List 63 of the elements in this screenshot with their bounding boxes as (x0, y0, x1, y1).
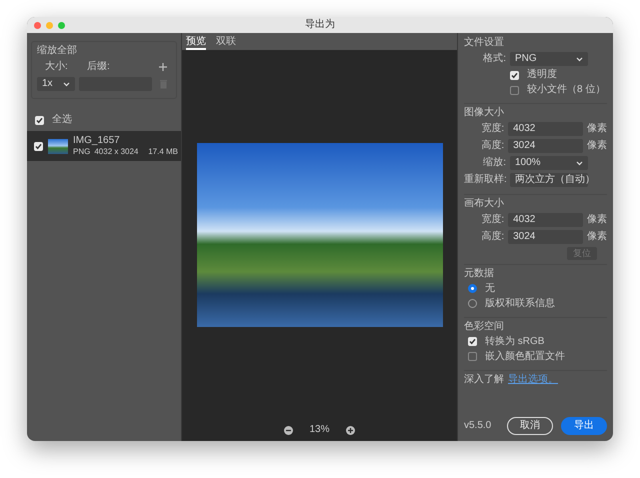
section-title: 图像大小 (464, 107, 505, 119)
file-size: 17.4 MB (148, 147, 178, 157)
window-title: 导出为 (305, 19, 335, 30)
unit-label: 像素 (587, 123, 607, 135)
file-dimensions: 4032 x 3024 (94, 147, 138, 157)
checkbox-label: 转换为 sRGB (485, 336, 544, 348)
tab[interactable]: 预览 (186, 36, 206, 50)
zoom-out-icon[interactable] (284, 426, 294, 434)
unit-label: 像素 (587, 140, 607, 152)
help-text: 深入了解 (464, 374, 504, 386)
checkbox[interactable] (510, 86, 519, 94)
export-button[interactable]: 导出 (561, 417, 607, 435)
checkbox-label: 透明度 (527, 69, 557, 81)
tab[interactable]: 双联 (216, 36, 236, 50)
chevron-icon (63, 82, 70, 86)
checkbox[interactable] (34, 142, 43, 150)
file-item[interactable]: IMG_1657 PNG 4032 x 3024 17.4 MB (27, 131, 181, 161)
section-title: 缩放全部 (37, 45, 78, 57)
file-format: PNG (73, 147, 90, 157)
field-label: 后缀: (86, 61, 111, 73)
size-dropdown[interactable]: 1x (37, 77, 75, 91)
unit-label: 像素 (587, 231, 607, 243)
field-label: 宽度: (480, 214, 504, 226)
zoom-in-icon[interactable] (346, 426, 354, 434)
version-label: v5.5.0 (464, 420, 492, 432)
input-field[interactable]: 3024 (508, 139, 583, 153)
file-name: IMG_1657 (73, 135, 121, 148)
chevron-icon (576, 160, 583, 166)
section-title: 色彩空间 (464, 320, 505, 333)
checkbox-label: 全选 (52, 114, 72, 126)
add-icon[interactable] (159, 63, 167, 71)
radio-label: 版权和联系信息 (485, 298, 555, 310)
checkbox-label: 嵌入颜色配置文件 (485, 350, 565, 363)
field-label: 格式: (482, 53, 506, 65)
input-field[interactable]: 3024 (508, 230, 583, 244)
field-label: 宽度: (480, 123, 504, 135)
section-title: 文件设置 (464, 37, 505, 49)
dropdown[interactable]: 100% (510, 156, 588, 170)
section-title: 画布大小 (464, 198, 505, 210)
field-label: 重新取样: (464, 174, 506, 186)
field-label: 高度: (480, 140, 504, 152)
checkbox[interactable] (35, 116, 44, 124)
radio-label: 无 (485, 282, 495, 295)
thumbnail-placeholder (48, 138, 68, 154)
checkbox[interactable] (468, 352, 477, 362)
radio-button[interactable] (468, 284, 477, 294)
input-field[interactable]: 4032 (508, 122, 583, 136)
dropdown[interactable]: PNG (510, 52, 588, 66)
field-label: 大小: (44, 61, 69, 73)
zoom-level: 13% (309, 424, 330, 436)
chevron-icon (576, 56, 583, 62)
dropdown[interactable]: 两次立方（自动） (510, 173, 588, 187)
checkbox-label: 较小文件（8 位） (527, 84, 606, 96)
checkbox[interactable] (510, 70, 519, 80)
unit-label: 像素 (587, 214, 607, 226)
field-label: 缩放: (482, 157, 506, 169)
cancel-button[interactable]: 取消 (507, 417, 553, 435)
input-field[interactable]: 4032 (508, 213, 583, 227)
section-title: 元数据 (464, 268, 495, 280)
close-icon[interactable] (34, 22, 41, 28)
field-label: 高度: (480, 231, 504, 243)
checkbox[interactable] (468, 337, 477, 346)
radio-button[interactable] (468, 299, 477, 308)
